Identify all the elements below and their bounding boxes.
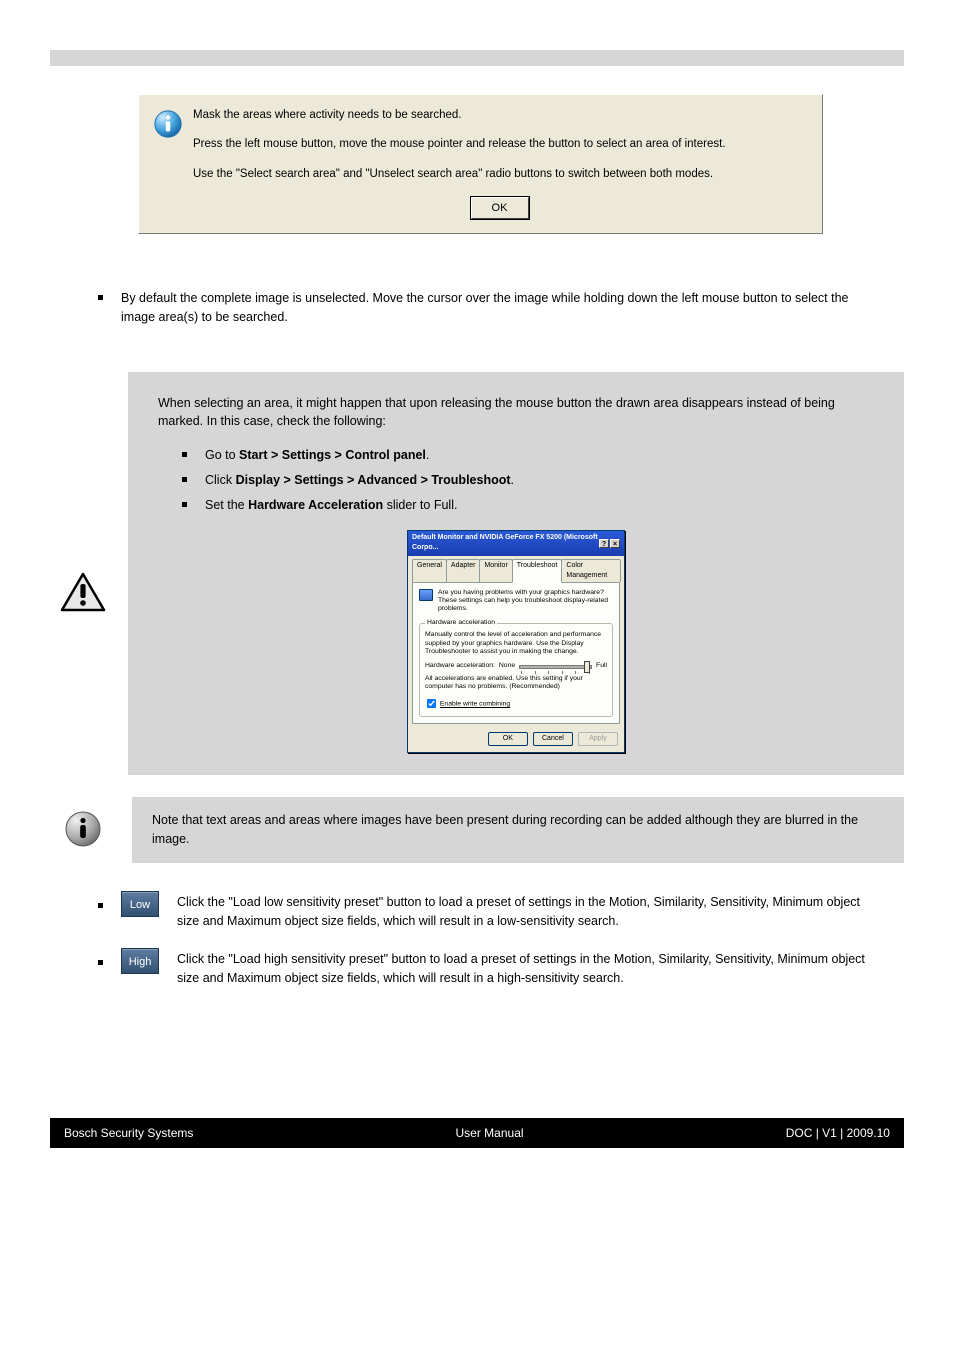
square-bullet-icon bbox=[98, 295, 103, 300]
fieldset-legend: Hardware acceleration bbox=[425, 619, 497, 627]
tab-panel: Are you having problems with your graphi… bbox=[412, 582, 620, 724]
low-preset-text: Click the "Load low sensitivity preset" … bbox=[177, 891, 877, 931]
dialog-titlebar: Default Monitor and NVIDIA GeForce FX 52… bbox=[408, 531, 624, 555]
enable-write-label: Enable write combining bbox=[440, 701, 510, 708]
info-icon bbox=[50, 810, 116, 851]
footer-right: DOC | V1 | 2009.10 bbox=[786, 1126, 890, 1140]
instruction-bullet: By default the complete image is unselec… bbox=[98, 289, 904, 327]
high-preset-text: Click the "Load high sensitivity preset"… bbox=[177, 948, 877, 988]
info-dialog-line1: Mask the areas where activity needs to b… bbox=[193, 107, 806, 124]
tab-adapter[interactable]: Adapter bbox=[446, 559, 481, 582]
top-grey-band bbox=[50, 50, 904, 66]
hw-accel-label: Hardware acceleration: bbox=[425, 662, 495, 670]
dialog-cancel-button[interactable]: Cancel bbox=[533, 732, 573, 746]
monitor-icon bbox=[419, 589, 433, 601]
info-note: Note that text areas and areas where ima… bbox=[132, 797, 904, 863]
hardware-accel-fieldset: Hardware acceleration Manually control t… bbox=[419, 619, 613, 717]
square-bullet-icon bbox=[98, 903, 103, 908]
info-dialog-line3: Use the "Select search area" and "Unsele… bbox=[193, 166, 806, 183]
fieldset-text: Manually control the level of accelerati… bbox=[425, 631, 607, 655]
square-bullet-icon bbox=[182, 477, 187, 482]
low-preset-item: Low Click the "Load low sensitivity pres… bbox=[98, 891, 904, 931]
slider-none-label: None bbox=[499, 662, 515, 670]
tab-color-management[interactable]: Color Management bbox=[561, 559, 621, 582]
info-icon bbox=[153, 109, 183, 139]
info-dialog: Mask the areas where activity needs to b… bbox=[138, 94, 823, 234]
slider-full-label: Full bbox=[596, 662, 607, 670]
square-bullet-icon bbox=[98, 960, 103, 965]
tab-intro-text: Are you having problems with your graphi… bbox=[438, 589, 613, 613]
high-preset-button[interactable]: High bbox=[121, 948, 159, 974]
low-preset-button[interactable]: Low bbox=[121, 891, 159, 917]
tab-troubleshoot[interactable]: Troubleshoot bbox=[512, 559, 563, 583]
footer-center: User Manual bbox=[456, 1126, 524, 1140]
close-button[interactable]: × bbox=[610, 539, 620, 548]
footer-left: Bosch Security Systems bbox=[64, 1126, 193, 1140]
slider-thumb[interactable] bbox=[584, 661, 590, 673]
ok-button[interactable]: OK bbox=[471, 197, 529, 220]
help-button[interactable]: ? bbox=[599, 539, 609, 548]
troubleshoot-dialog: Default Monitor and NVIDIA GeForce FX 52… bbox=[407, 530, 625, 753]
square-bullet-icon bbox=[182, 452, 187, 457]
enable-write-checkbox[interactable] bbox=[427, 699, 436, 708]
warning-panel: When selecting an area, it might happen … bbox=[128, 372, 904, 776]
instruction-text: By default the complete image is unselec… bbox=[121, 289, 871, 327]
warning-step-3: Set the Hardware Acceleration slider to … bbox=[182, 496, 874, 515]
all-accel-text: All accelerations are enabled. Use this … bbox=[425, 675, 607, 691]
warning-intro: When selecting an area, it might happen … bbox=[158, 394, 874, 430]
dialog-title: Default Monitor and NVIDIA GeForce FX 52… bbox=[412, 533, 599, 553]
tab-monitor[interactable]: Monitor bbox=[479, 559, 512, 582]
dialog-tabs: General Adapter Monitor Troubleshoot Col… bbox=[408, 556, 624, 582]
footer-bar: Bosch Security Systems User Manual DOC |… bbox=[50, 1118, 904, 1148]
tab-general[interactable]: General bbox=[412, 559, 447, 582]
dialog-apply-button[interactable]: Apply bbox=[578, 732, 618, 746]
dialog-ok-button[interactable]: OK bbox=[488, 732, 528, 746]
hw-accel-slider[interactable] bbox=[519, 661, 592, 671]
warning-step-2: Click Display > Settings > Advanced > Tr… bbox=[182, 471, 874, 490]
info-dialog-line2: Press the left mouse button, move the mo… bbox=[193, 136, 806, 153]
high-preset-item: High Click the "Load high sensitivity pr… bbox=[98, 948, 904, 988]
warning-step-1: Go to Start > Settings > Control panel. bbox=[182, 446, 874, 465]
square-bullet-icon bbox=[182, 502, 187, 507]
warning-icon bbox=[50, 372, 116, 615]
